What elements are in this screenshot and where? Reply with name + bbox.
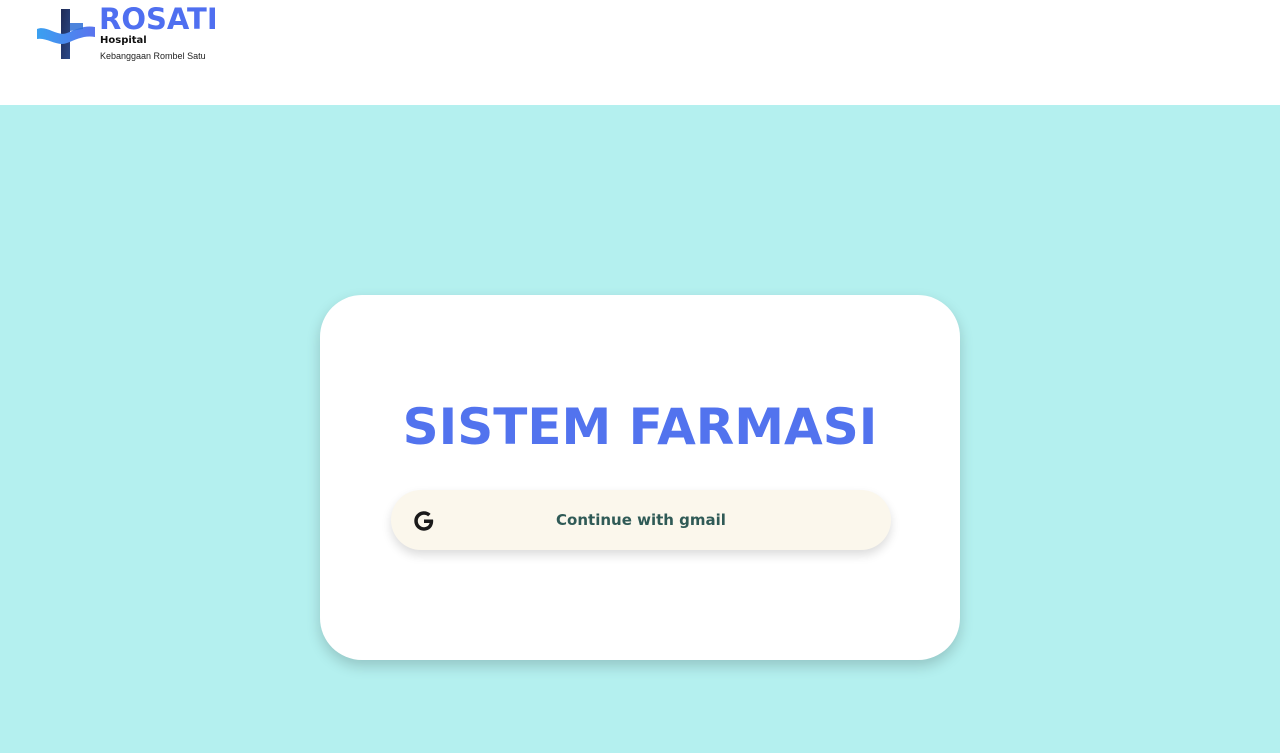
logo-subtitle: Hospital [100,35,147,46]
medical-cross-icon [37,9,95,59]
page-title: SISTEM FARMASI [402,398,878,456]
logo-tagline: Kebanggaan Rombel Satu [100,51,206,61]
page-header: ROSATI Hospital Kebanggaan Rombel Satu [0,0,1280,105]
gmail-button-label: Continue with gmail [556,511,726,529]
login-card: SISTEM FARMASI Continue with gmail [320,295,960,660]
continue-with-gmail-button[interactable]: Continue with gmail [391,490,891,550]
rosati-logo[interactable]: ROSATI Hospital Kebanggaan Rombel Satu [37,2,237,65]
main-content: SISTEM FARMASI Continue with gmail [0,105,1280,753]
logo-title: ROSATI [99,2,218,36]
